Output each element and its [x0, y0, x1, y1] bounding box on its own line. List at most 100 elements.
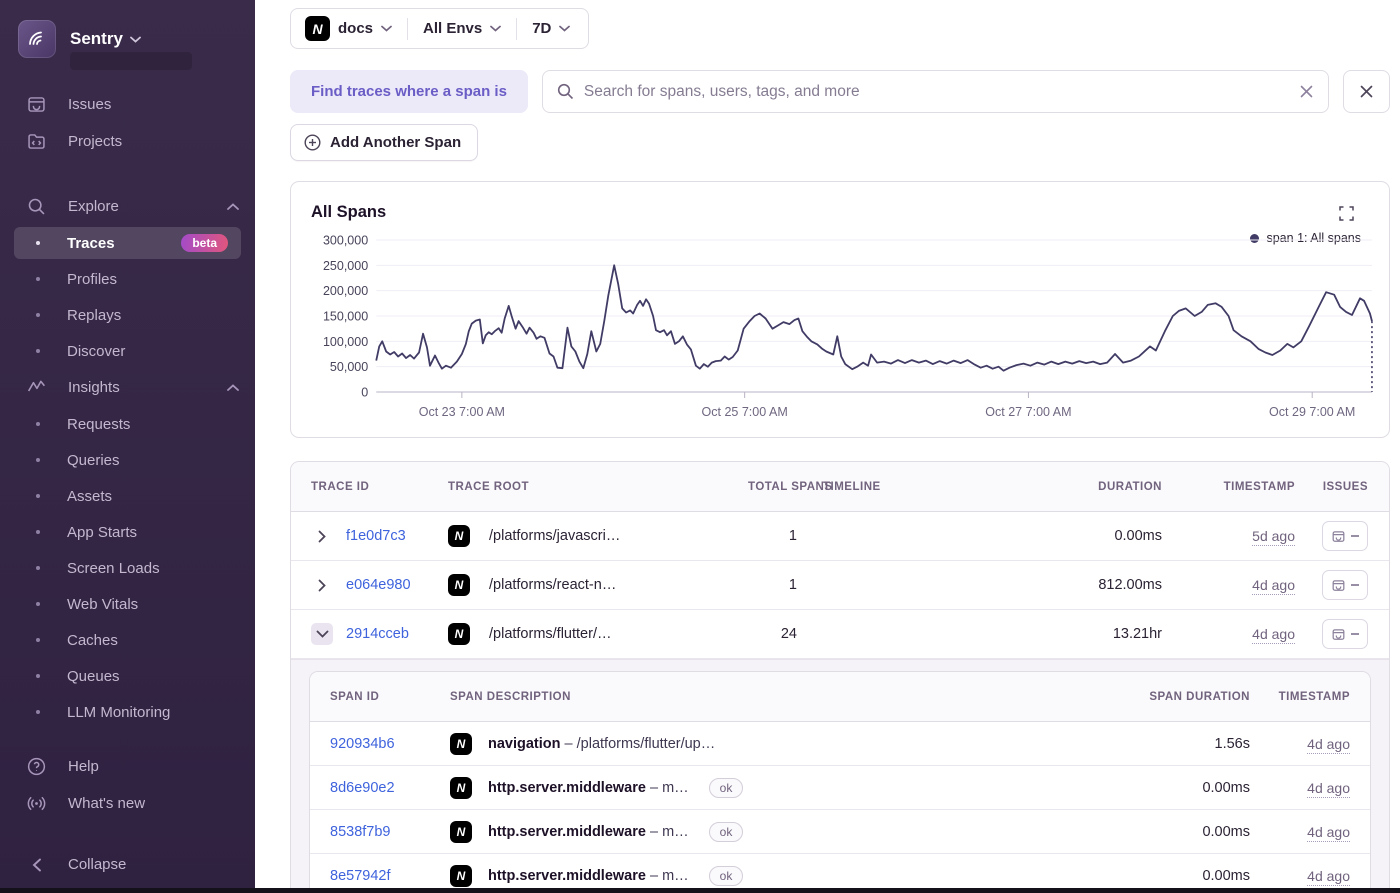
sidebar-item-app-starts[interactable]: App Starts — [0, 514, 255, 550]
sidebar-item-llm-monitoring[interactable]: LLM Monitoring — [0, 694, 255, 730]
clear-search-icon[interactable] — [1299, 84, 1314, 99]
app-window: Sentry Issues Projects Explore Traces be… — [0, 0, 1400, 893]
span-id-link[interactable]: 8e57942f — [330, 868, 450, 884]
column-header-duration: DURATION — [1098, 480, 1162, 493]
sidebar-item-assets[interactable]: Assets — [0, 478, 255, 514]
chevron-down-icon — [559, 25, 571, 32]
environment-selector-value: All Envs — [423, 20, 483, 37]
column-header-trace-root: TRACE ROOT — [448, 480, 530, 493]
svg-text:Oct 25 7:00 AM: Oct 25 7:00 AM — [702, 405, 788, 419]
sidebar-item-caches[interactable]: Caches — [0, 622, 255, 658]
expand-trace-button[interactable] — [311, 525, 333, 547]
span-id-link[interactable]: 920934b6 — [330, 736, 450, 752]
project-selector[interactable]: N docs — [305, 16, 392, 41]
sidebar-collapse-button[interactable]: Collapse — [0, 846, 255, 883]
sidebar-item-label: Queues — [67, 667, 120, 685]
sidebar-item-label: Screen Loads — [67, 559, 160, 577]
sidebar-item-profiles[interactable]: Profiles — [0, 261, 255, 297]
sidebar-group-label: Explore — [68, 198, 119, 215]
span-status-badge: ok — [708, 777, 744, 798]
trace-duration: 812.00ms — [1098, 577, 1162, 593]
trace-timestamp[interactable]: 4d ago — [1252, 626, 1295, 644]
sidebar-item-label: Profiles — [67, 270, 118, 288]
sidebar-item-help[interactable]: Help — [0, 748, 255, 785]
org-switcher[interactable]: Sentry — [0, 14, 255, 70]
sidebar-item-traces[interactable]: Traces beta — [0, 225, 255, 261]
bullet-icon — [36, 638, 40, 642]
trace-id-link[interactable]: 2914cceb — [346, 626, 409, 642]
sidebar-group-insights[interactable]: Insights — [0, 369, 255, 406]
sidebar-item-web-vitals[interactable]: Web Vitals — [0, 586, 255, 622]
column-header-timeline: TIMELINE — [823, 480, 881, 493]
bullet-icon — [36, 710, 40, 714]
span-duration: 0.00ms — [1202, 867, 1250, 884]
remove-span-filter-button[interactable] — [1343, 70, 1390, 113]
environment-selector[interactable]: All Envs — [423, 20, 502, 37]
nextjs-project-icon: N — [450, 864, 472, 887]
trace-timestamp[interactable]: 4d ago — [1252, 577, 1295, 595]
column-header-span-description: SPAN DESCRIPTION — [450, 690, 571, 703]
trace-issues-button[interactable] — [1322, 619, 1368, 649]
search-icon — [557, 83, 573, 100]
span-op: http.server.middleware — [488, 867, 646, 884]
sidebar-item-label: Help — [68, 758, 99, 775]
chevron-down-icon — [381, 25, 392, 32]
trace-timestamp[interactable]: 5d ago — [1252, 528, 1295, 546]
nextjs-project-icon: N — [448, 574, 470, 596]
sidebar-item-label: Replays — [67, 306, 122, 324]
span-description: – /platforms/flutter/up… — [564, 735, 716, 752]
span-timestamp[interactable]: 4d ago — [1307, 779, 1350, 798]
date-range-selector[interactable]: 7D — [532, 20, 571, 37]
nextjs-project-icon: N — [450, 820, 472, 843]
project-selector-value: docs — [338, 20, 374, 37]
span-search-input[interactable] — [583, 82, 1289, 101]
trace-issues-button[interactable] — [1322, 521, 1368, 551]
sidebar-group-explore[interactable]: Explore — [0, 188, 255, 225]
sidebar-item-replays[interactable]: Replays — [0, 297, 255, 333]
total-spans-value: 1 — [788, 528, 797, 544]
nextjs-project-icon: N — [448, 623, 470, 645]
svg-text:300,000: 300,000 — [323, 234, 368, 248]
sidebar-item-screen-loads[interactable]: Screen Loads — [0, 550, 255, 586]
plus-circle-icon — [304, 134, 321, 151]
close-icon — [1360, 85, 1373, 98]
issues-icon — [1332, 628, 1345, 640]
sidebar-item-requests[interactable]: Requests — [0, 406, 255, 442]
org-name: Sentry — [70, 29, 123, 48]
column-header-timestamp: TIMESTAMP — [1223, 480, 1295, 493]
add-another-span-button[interactable]: Add Another Span — [290, 124, 479, 161]
span-timestamp[interactable]: 4d ago — [1307, 823, 1350, 842]
collapse-trace-button[interactable] — [311, 623, 333, 645]
sidebar-item-label: Assets — [67, 487, 113, 505]
projects-icon — [26, 131, 47, 152]
bullet-icon — [36, 277, 40, 281]
span-duration: 0.00ms — [1202, 823, 1250, 840]
span-timestamp[interactable]: 4d ago — [1307, 735, 1350, 754]
bullet-icon — [36, 458, 40, 462]
sidebar-item-queries[interactable]: Queries — [0, 442, 255, 478]
date-range-value: 7D — [532, 20, 552, 37]
column-header-span-timestamp: TIMESTAMP — [1278, 690, 1350, 703]
trace-root-text: /platforms/javascri… — [489, 528, 621, 544]
trace-duration: 0.00ms — [1114, 528, 1162, 544]
sidebar-item-issues[interactable]: Issues — [0, 86, 255, 123]
sidebar-item-queues[interactable]: Queues — [0, 658, 255, 694]
sidebar: Sentry Issues Projects Explore Traces be… — [0, 0, 255, 893]
span-description: – m… — [649, 823, 689, 840]
nextjs-project-icon: N — [450, 776, 472, 799]
sidebar-item-discover[interactable]: Discover — [0, 333, 255, 369]
sidebar-item-label: Requests — [67, 415, 131, 433]
span-row: 8e57942f N http.server.middleware – m… o… — [310, 854, 1370, 890]
sidebar-item-whats-new[interactable]: What's new — [0, 785, 255, 822]
sidebar-item-label: Queries — [67, 451, 120, 469]
trace-id-link[interactable]: e064e980 — [346, 577, 411, 593]
issues-icon — [1332, 579, 1345, 591]
find-traces-label: Find traces where a span is — [290, 70, 528, 113]
sidebar-item-projects[interactable]: Projects — [0, 123, 255, 160]
trace-issues-button[interactable] — [1322, 570, 1368, 600]
span-id-link[interactable]: 8538f7b9 — [330, 824, 450, 840]
span-timestamp[interactable]: 4d ago — [1307, 867, 1350, 886]
trace-id-link[interactable]: f1e0d7c3 — [346, 528, 406, 544]
span-id-link[interactable]: 8d6e90e2 — [330, 780, 450, 796]
expand-trace-button[interactable] — [311, 574, 333, 596]
